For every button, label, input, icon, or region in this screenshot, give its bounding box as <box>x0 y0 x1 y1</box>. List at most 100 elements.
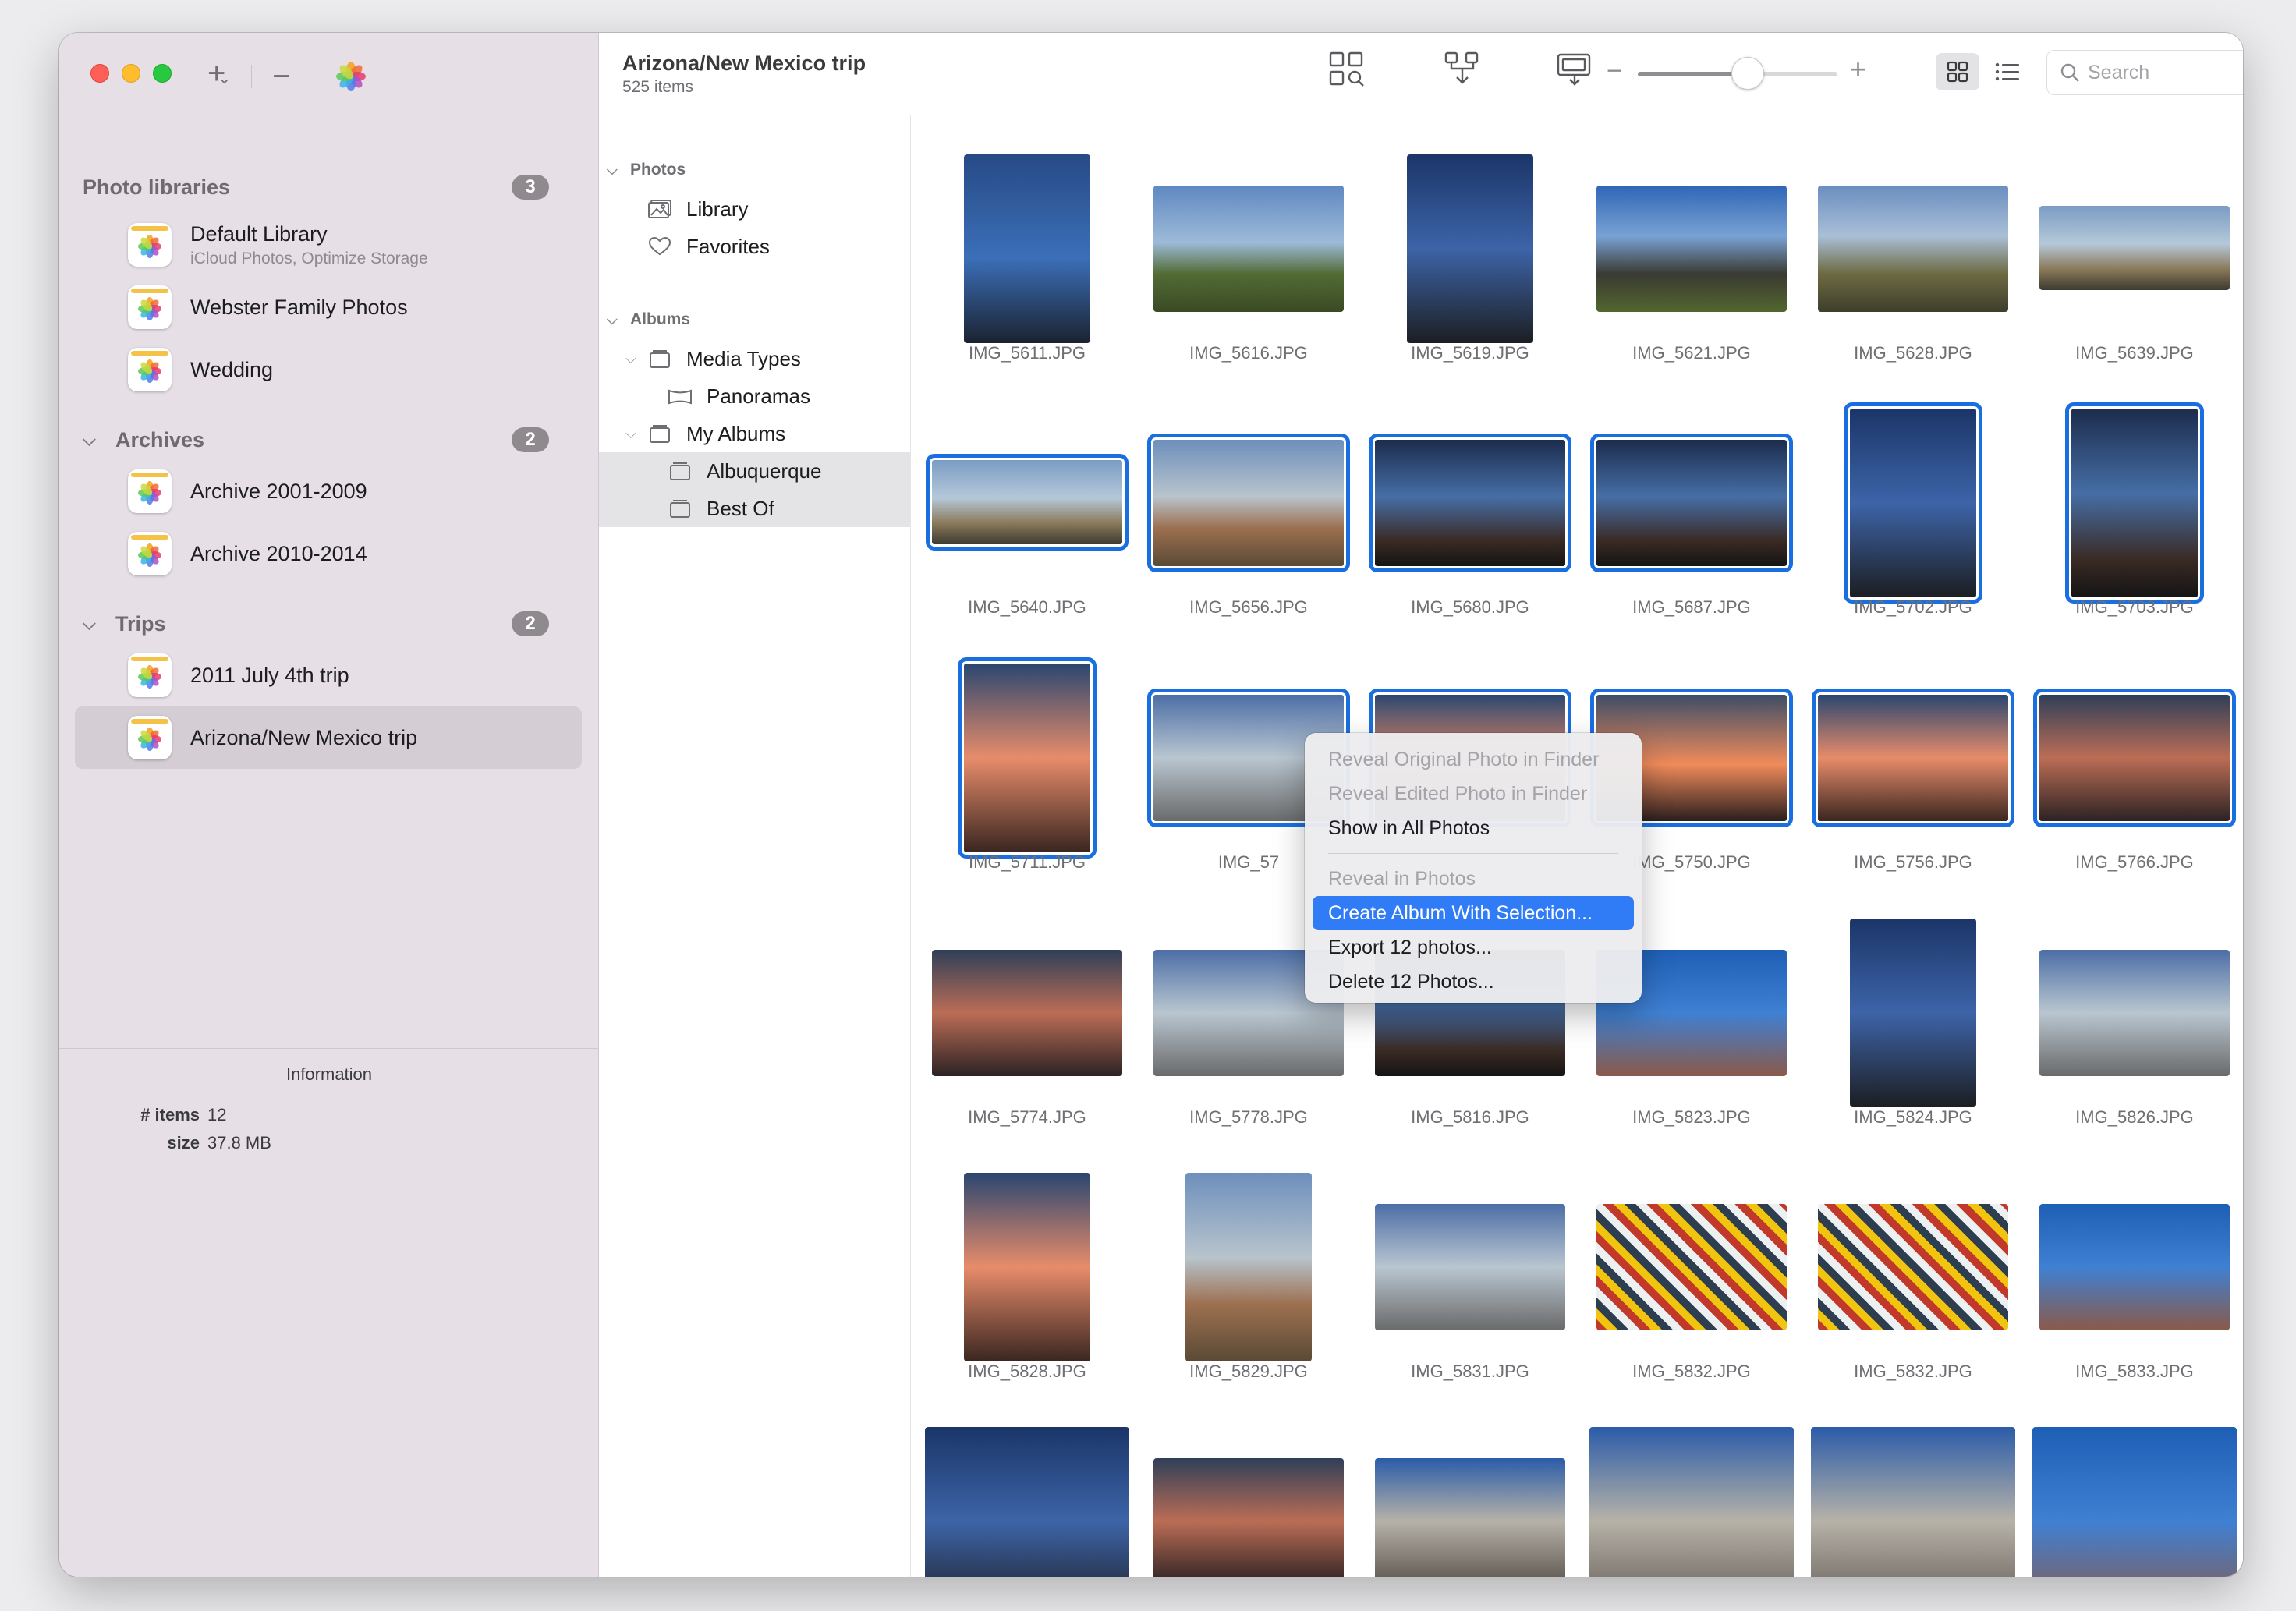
menu-item-create-album[interactable]: Create Album With Selection... <box>1313 896 1634 930</box>
photo-cell[interactable]: IMG_5639.JPG <box>2024 154 2243 412</box>
photo-thumbnail[interactable] <box>1596 1204 1787 1330</box>
photos-app-icon[interactable] <box>335 61 367 92</box>
zoom-out-button[interactable]: − <box>1607 56 1622 87</box>
photo-thumbnail[interactable] <box>1811 1427 2015 1577</box>
chevron-down-icon[interactable]: ⌵ <box>607 162 625 179</box>
photo-cell[interactable]: IMG_5774.JPG <box>916 919 1138 1176</box>
tree-item-media-types[interactable]: ⌵ Media Types <box>599 340 911 377</box>
tree-item-albuquerque[interactable]: Albuquerque <box>599 452 911 490</box>
photo-thumbnail[interactable] <box>1818 1204 2008 1330</box>
search-field[interactable] <box>2046 50 2243 95</box>
photo-cell[interactable]: IMG_5826.JPG <box>2024 919 2243 1176</box>
photo-thumbnail[interactable] <box>1589 1427 1794 1577</box>
tree-item-my-albums[interactable]: ⌵ My Albums <box>599 415 911 452</box>
group-header-trips[interactable]: ⌵ Trips 2 <box>83 608 605 639</box>
photo-thumbnail[interactable] <box>964 1173 1090 1361</box>
photo-cell[interactable] <box>916 1427 1138 1577</box>
photo-thumbnail[interactable] <box>1844 402 1982 604</box>
list-view-button[interactable] <box>1986 53 2029 90</box>
photo-cell[interactable]: IMG_5616.JPG <box>1138 154 1359 412</box>
photo-cell[interactable]: IMG_5621.JPG <box>1581 154 1802 412</box>
photo-cell[interactable]: IMG_5832.JPG <box>1581 1173 1802 1430</box>
library-item-webster-family-photos[interactable]: Webster Family Photos <box>75 276 582 338</box>
library-item-2011-july-4th-trip[interactable]: 2011 July 4th trip <box>75 644 582 706</box>
remove-library-button[interactable]: − <box>272 59 290 94</box>
photo-cell[interactable]: IMG_5766.JPG <box>2024 664 2243 921</box>
tree-section-albums[interactable]: ⌵ Albums <box>607 310 690 329</box>
photo-thumbnail[interactable] <box>1407 154 1533 343</box>
search-input[interactable] <box>2088 61 2243 84</box>
library-item-wedding[interactable]: Wedding <box>75 338 582 401</box>
group-header-archives[interactable]: ⌵ Archives 2 <box>83 424 605 455</box>
chevron-down-icon[interactable]: ⌵ <box>83 614 106 634</box>
library-item-archive-2001-2009[interactable]: Archive 2001-2009 <box>75 460 582 522</box>
photo-cell[interactable]: IMG_5829.JPG <box>1138 1173 1359 1430</box>
photo-thumbnail[interactable] <box>1812 689 2014 827</box>
photo-thumbnail[interactable] <box>1153 1458 1344 1577</box>
photo-cell[interactable] <box>2024 1427 2243 1577</box>
photo-thumbnail[interactable] <box>958 657 1097 859</box>
library-item-archive-2010-2014[interactable]: Archive 2010-2014 <box>75 522 582 585</box>
photo-cell[interactable] <box>1581 1427 1802 1577</box>
photo-thumbnail[interactable] <box>1369 434 1571 572</box>
photo-thumbnail[interactable] <box>926 454 1129 551</box>
photo-thumbnail[interactable] <box>2039 206 2230 290</box>
minimize-window-button[interactable] <box>122 64 140 83</box>
photo-cell[interactable]: IMG_5619.JPG <box>1359 154 1581 412</box>
photo-thumbnail[interactable] <box>1375 1458 1565 1577</box>
zoom-window-button[interactable] <box>153 64 172 83</box>
zoom-in-button[interactable]: + <box>1850 53 1866 86</box>
photo-cell[interactable]: IMG_5711.JPG <box>916 657 1138 921</box>
photo-cell[interactable] <box>1802 1427 2024 1577</box>
photo-cell[interactable]: IMG_5702.JPG <box>1802 402 2024 666</box>
photo-thumbnail[interactable] <box>2065 402 2204 604</box>
library-item-arizona-new-mexico-trip[interactable]: Arizona/New Mexico trip <box>75 706 582 769</box>
photo-thumbnail[interactable] <box>1375 1204 1565 1330</box>
tree-item-library[interactable]: Library <box>599 190 911 228</box>
photo-cell[interactable]: IMG_5687.JPG <box>1581 409 1802 666</box>
photo-thumbnail[interactable] <box>1185 1173 1312 1361</box>
chevron-down-icon[interactable]: ⌵ <box>607 312 625 328</box>
photo-thumbnail[interactable] <box>1818 186 2008 312</box>
photo-cell[interactable]: IMG_5680.JPG <box>1359 409 1581 666</box>
photo-thumbnail[interactable] <box>932 950 1122 1076</box>
photo-cell[interactable]: IMG_5656.JPG <box>1138 409 1359 666</box>
photo-thumbnail[interactable] <box>1153 186 1344 312</box>
photo-thumbnail[interactable] <box>1590 434 1793 572</box>
export-to-photos-icon[interactable] <box>1555 50 1594 89</box>
chevron-down-icon[interactable]: ⌵ <box>625 426 644 442</box>
tree-section-photos[interactable]: ⌵ Photos <box>607 161 686 179</box>
photo-cell[interactable]: IMG_5828.JPG <box>916 1173 1138 1430</box>
grid-view-button[interactable] <box>1936 53 1979 90</box>
slider-knob[interactable] <box>1731 57 1764 90</box>
library-item-default-library[interactable]: Default Library iCloud Photos, Optimize … <box>75 214 582 276</box>
photo-cell[interactable] <box>1138 1427 1359 1577</box>
add-library-button[interactable]: +⌄ <box>207 56 231 96</box>
menu-item-export-photos[interactable]: Export 12 photos... <box>1313 930 1634 965</box>
photo-thumbnail[interactable] <box>2032 1427 2237 1577</box>
photo-cell[interactable]: IMG_5832.JPG <box>1802 1173 2024 1430</box>
photo-thumbnail[interactable] <box>1596 186 1787 312</box>
photo-cell[interactable]: IMG_5833.JPG <box>2024 1173 2243 1430</box>
photo-thumbnail[interactable] <box>1850 919 1976 1107</box>
tree-item-best-of[interactable]: Best Of <box>599 490 911 527</box>
photo-cell[interactable]: IMG_5703.JPG <box>2024 402 2243 666</box>
menu-item-delete-photos[interactable]: Delete 12 Photos... <box>1313 965 1634 999</box>
photo-thumbnail[interactable] <box>964 154 1090 343</box>
close-window-button[interactable] <box>90 64 109 83</box>
photo-cell[interactable]: IMG_5831.JPG <box>1359 1173 1581 1430</box>
menu-item-show-in-all-photos[interactable]: Show in All Photos <box>1313 811 1634 845</box>
photo-cell[interactable]: IMG_5824.JPG <box>1802 919 2024 1176</box>
photo-thumbnail[interactable] <box>1147 434 1350 572</box>
tree-item-favorites[interactable]: Favorites <box>599 228 911 265</box>
chevron-down-icon[interactable]: ⌵ <box>625 351 644 367</box>
photo-cell[interactable]: IMG_5756.JPG <box>1802 664 2024 921</box>
photo-thumbnail[interactable] <box>2039 1204 2230 1330</box>
import-photos-icon[interactable] <box>1443 50 1482 89</box>
chevron-down-icon[interactable]: ⌵ <box>83 430 106 450</box>
photo-cell[interactable]: IMG_5628.JPG <box>1802 154 2024 412</box>
photo-cell[interactable] <box>1359 1427 1581 1577</box>
photo-cell[interactable]: IMG_5611.JPG <box>916 154 1138 412</box>
photo-thumbnail[interactable] <box>925 1427 1129 1577</box>
find-photos-icon[interactable] <box>1327 50 1366 89</box>
